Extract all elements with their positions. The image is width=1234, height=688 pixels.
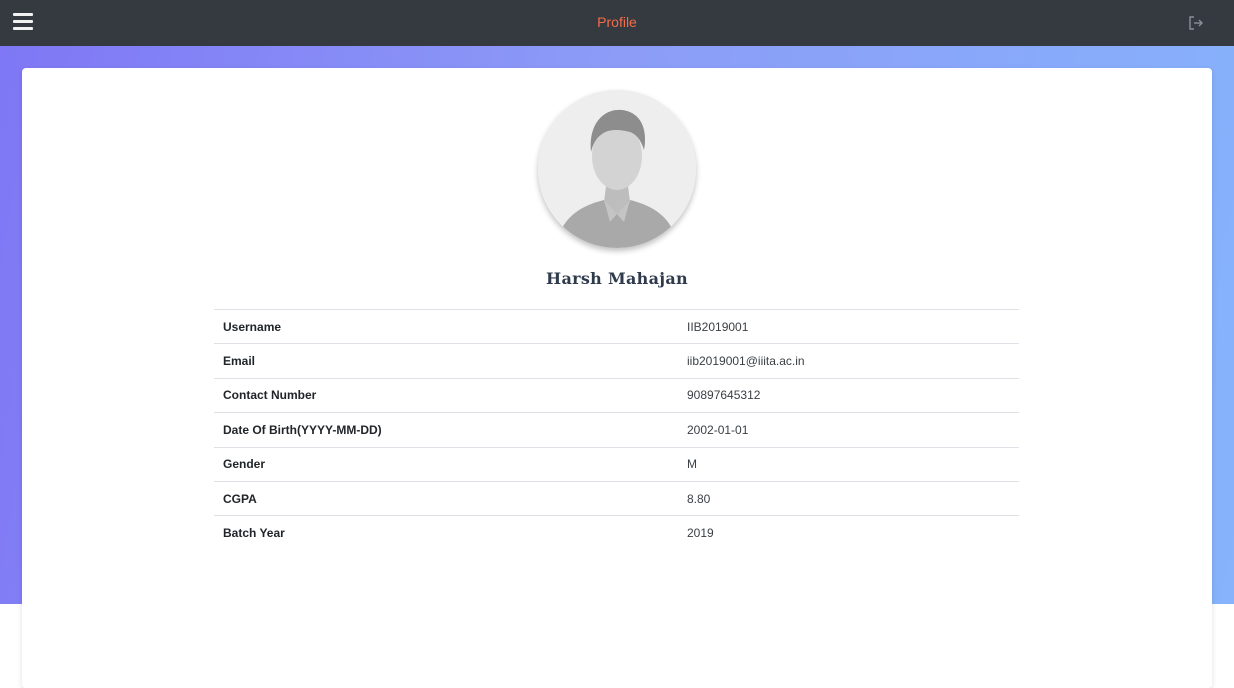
field-label: Contact Number — [223, 388, 317, 403]
field-label: Gender — [223, 457, 266, 472]
profile-row: Date Of Birth(YYYY-MM-DD) 2002-01-01 — [214, 412, 1019, 447]
page-title: Profile — [597, 14, 637, 30]
profile-row: Contact Number 90897645312 — [214, 378, 1019, 412]
field-value: 2002-01-01 — [687, 422, 749, 437]
field-label: Date Of Birth(YYYY-MM-DD) — [223, 422, 382, 437]
field-label: CGPA — [223, 491, 257, 506]
field-value: 8.80 — [687, 491, 711, 506]
profile-row: Batch Year 2019 — [214, 515, 1019, 550]
default-user-avatar — [538, 90, 696, 248]
field-label: Username — [223, 319, 282, 334]
top-navbar: Profile — [0, 0, 1234, 46]
profile-row: CGPA 8.80 — [214, 481, 1019, 515]
profile-name: Harsh Mahajan — [546, 269, 688, 288]
profile-row: Email iib2019001@iiita.ac.in — [214, 343, 1019, 378]
field-label: Batch Year — [223, 526, 285, 541]
field-value: iib2019001@iiita.ac.in — [687, 354, 805, 369]
logout-icon[interactable] — [1187, 14, 1205, 32]
field-label: Email — [223, 354, 256, 369]
field-value: 90897645312 — [687, 388, 761, 403]
profile-row: Gender M — [214, 447, 1019, 481]
profile-details-table: Username IIB2019001 Email iib2019001@iiita.… — [214, 309, 1019, 550]
field-value: 2019 — [687, 526, 714, 541]
field-value: M — [687, 457, 697, 472]
field-value: IIB2019001 — [687, 319, 749, 334]
profile-row: Username IIB2019001 — [214, 309, 1019, 344]
